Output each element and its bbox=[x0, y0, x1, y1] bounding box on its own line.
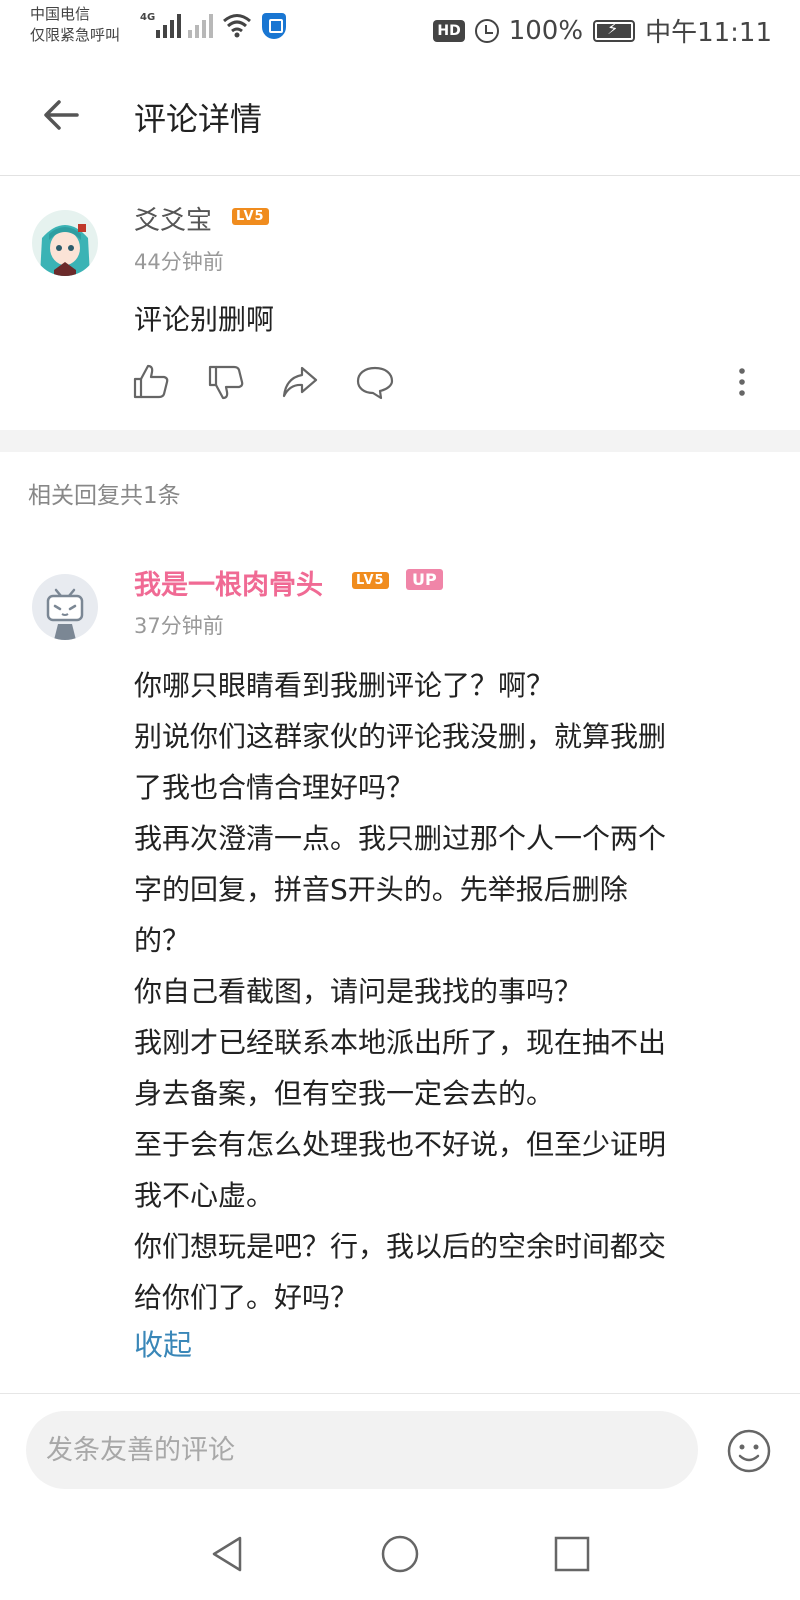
carrier-info: 中国电信 仅限紧急呼叫 bbox=[30, 4, 120, 46]
avatar[interactable] bbox=[32, 574, 98, 640]
anime-avatar-icon bbox=[32, 210, 98, 276]
nav-recents-icon[interactable] bbox=[548, 1530, 596, 1578]
reply-line: 我刚才已经联系本地派出所了，现在抽不出 bbox=[134, 1026, 667, 1059]
wifi-icon bbox=[223, 14, 251, 38]
reply-time: 37分钟前 bbox=[134, 614, 224, 638]
security-shield-icon bbox=[262, 13, 286, 39]
back-button[interactable] bbox=[36, 90, 86, 140]
reply-line: 字的回复，拼音S开头的。先举报后删除 bbox=[134, 873, 628, 906]
reply-text: 你哪只眼睛看到我删评论了？啊？ 别说你们这群家伙的评论我没删，就算我删 了我也合… bbox=[134, 660, 774, 1323]
emoji-icon[interactable] bbox=[726, 1428, 772, 1474]
comment-input[interactable] bbox=[26, 1411, 698, 1489]
up-badge: UP bbox=[406, 569, 443, 590]
app-header: 评论详情 bbox=[0, 56, 800, 176]
reply-line: 你哪只眼睛看到我删评论了？啊？ bbox=[134, 669, 555, 702]
system-nav-bar bbox=[0, 1510, 800, 1600]
collapse-link[interactable]: 收起 bbox=[134, 1322, 192, 1364]
reply-line: 我再次澄清一点。我只删过那个人一个两个 bbox=[134, 822, 667, 855]
page-title: 评论详情 bbox=[134, 100, 263, 138]
alarm-icon bbox=[474, 18, 499, 43]
reply-line: 我不心虚。 bbox=[134, 1179, 275, 1212]
input-bar-divider bbox=[0, 1393, 800, 1394]
signal-strength-icon bbox=[156, 12, 181, 38]
section-separator bbox=[0, 430, 800, 452]
comment-time: 44分钟前 bbox=[134, 250, 224, 274]
thumbs-down-icon[interactable] bbox=[206, 362, 246, 402]
level-badge: LV5 bbox=[232, 208, 269, 225]
reply-line: 至于会有怎么处理我也不好说，但至少证明 bbox=[134, 1128, 667, 1161]
reply-line: 身去备案，但有空我一定会去的。 bbox=[134, 1077, 555, 1110]
default-tv-avatar-icon bbox=[32, 574, 98, 640]
main-comment: 爻爻宝 LV5 44分钟前 评论别删啊 bbox=[0, 178, 800, 430]
signal-strength-2-icon bbox=[188, 12, 213, 38]
comment-text: 评论别删啊 bbox=[134, 303, 275, 336]
nav-back-icon[interactable] bbox=[204, 1530, 252, 1578]
thumbs-up-icon[interactable] bbox=[131, 362, 171, 402]
reply-line: 的？ bbox=[134, 924, 191, 957]
reply-line: 别说你们这群家伙的评论我没删，就算我删 bbox=[134, 720, 667, 753]
network-type: 4G bbox=[140, 12, 156, 23]
battery-percent: 100% bbox=[508, 15, 584, 46]
level-badge: LV5 bbox=[352, 572, 389, 589]
avatar[interactable] bbox=[32, 210, 98, 276]
carrier-name: 中国电信 bbox=[30, 5, 91, 23]
reply-line: 了我也合情合理好吗？ bbox=[134, 771, 415, 804]
reply-count-label: 相关回复共1条 bbox=[28, 483, 181, 509]
hd-badge: HD bbox=[433, 19, 465, 42]
reply-line: 你们想玩是吧？行，我以后的空余时间都交 bbox=[134, 1230, 667, 1263]
share-icon[interactable] bbox=[280, 362, 320, 402]
more-vertical-icon[interactable] bbox=[732, 362, 752, 402]
nav-home-icon[interactable] bbox=[376, 1530, 424, 1578]
reply-username[interactable]: 我是一根肉骨头 bbox=[134, 563, 323, 602]
chat-bubble-icon[interactable] bbox=[355, 362, 395, 402]
carrier-status: 仅限紧急呼叫 bbox=[30, 26, 121, 44]
reply-line: 你自己看截图，请问是我找的事吗？ bbox=[134, 975, 583, 1008]
reply-line: 给你们了。好吗？ bbox=[134, 1281, 359, 1314]
clock: 中午11:11 bbox=[645, 18, 772, 48]
status-bar: 中国电信 仅限紧急呼叫 4G HD 100% 中午11:11 bbox=[0, 0, 800, 56]
comment-username[interactable]: 爻爻宝 bbox=[134, 200, 212, 237]
arrow-left-icon bbox=[44, 100, 79, 130]
battery-icon bbox=[593, 19, 636, 42]
